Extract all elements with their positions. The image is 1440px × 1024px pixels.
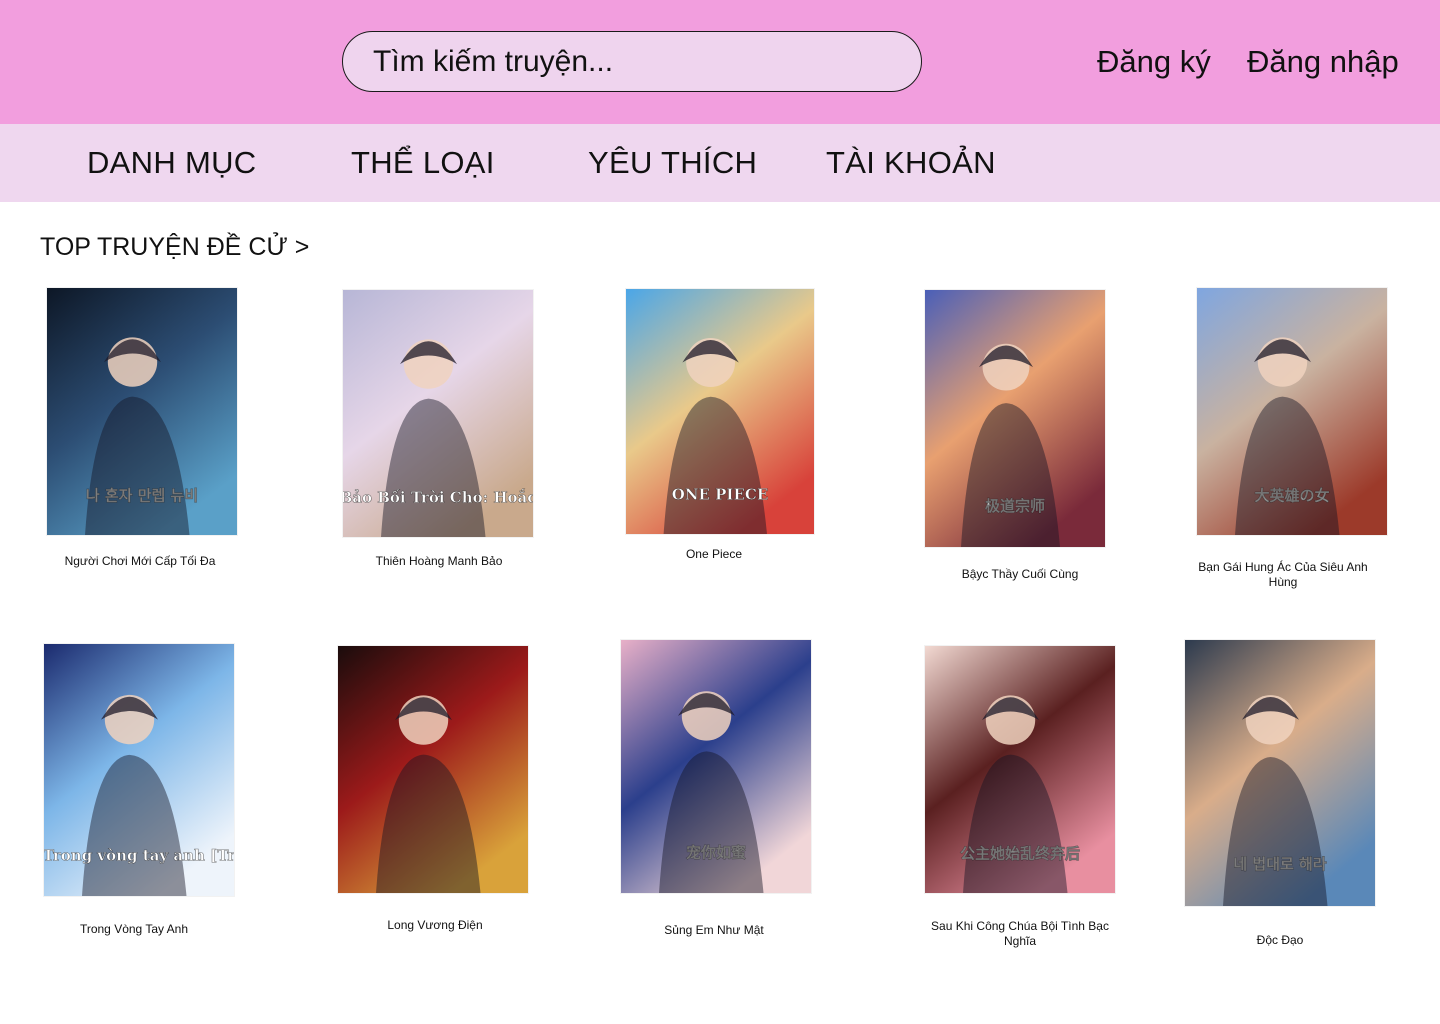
comic-cover-image[interactable]: 大英雄の女 <box>1197 288 1387 535</box>
comic-cover-title-art: 大英雄の女 <box>1254 486 1329 504</box>
comic-title[interactable]: Sủng Em Như Mật <box>614 923 814 938</box>
comic-cover-image[interactable]: 公主她始乱终弃后 <box>925 646 1115 893</box>
comic-title[interactable]: Trong Vòng Tay Anh <box>34 922 234 937</box>
comic-cover-title-art: Bảo Bối Trời Cho: Hoắc <box>343 488 533 506</box>
comic-title[interactable]: Long Vương Điện <box>335 918 535 933</box>
top-bar: Đăng ký Đăng nhập <box>0 0 1440 124</box>
nav-item-account[interactable]: TÀI KHOẢN <box>826 145 996 181</box>
comic-title[interactable]: Bạn Gái Hung Ác Của Siêu Anh Hùng <box>1183 560 1383 590</box>
comic-cover-image[interactable]: 네 법대로 해라 <box>1185 640 1375 906</box>
comic-cover-image[interactable]: 나 혼자 만렙 뉴비 <box>47 288 237 535</box>
comic-cover-title-art: Trong vòng tay anh [Tr <box>44 847 234 865</box>
comic-title[interactable]: Thiên Hoàng Manh Bảo <box>339 554 539 569</box>
nav-item-favorites[interactable]: YÊU THÍCH <box>588 145 757 181</box>
comic-title[interactable]: Người Chơi Mới Cấp Tối Đa <box>40 554 240 569</box>
nav-item-categories[interactable]: DANH MỤC <box>87 145 256 181</box>
comic-cover-image[interactable] <box>338 646 528 893</box>
comic-cover-image[interactable]: Trong vòng tay anh [Tr <box>44 644 234 896</box>
comic-cover-image[interactable]: 极道宗师 <box>925 290 1105 547</box>
comic-title[interactable]: Sau Khi Công Chúa Bội Tình Bạc Nghĩa <box>920 919 1120 949</box>
comic-cover-title-art: 极道宗师 <box>985 497 1045 515</box>
section-title-top-recommended[interactable]: TOP TRUYỆN ĐỀ CỬ > <box>40 233 309 262</box>
main-nav: DANH MỤC THỂ LOẠI YÊU THÍCH TÀI KHOẢN <box>0 124 1440 202</box>
comic-title[interactable]: Độc Đạo <box>1180 933 1380 948</box>
search-box[interactable] <box>342 31 922 92</box>
search-input[interactable] <box>371 40 895 84</box>
nav-item-genres[interactable]: THỂ LOẠI <box>351 145 495 181</box>
register-link[interactable]: Đăng ký <box>1097 44 1211 80</box>
login-link[interactable]: Đăng nhập <box>1247 44 1399 80</box>
comic-cover-title-art: 나 혼자 만렙 뉴비 <box>86 486 198 504</box>
comic-cover-image[interactable]: Bảo Bối Trời Cho: Hoắc <box>343 290 533 537</box>
comic-cover-title-art: 宠你如蜜 <box>686 844 746 862</box>
comic-cover-title-art: 公主她始乱终弃后 <box>960 844 1080 862</box>
comic-cover-title-art: 네 법대로 해라 <box>1233 855 1326 873</box>
comic-title[interactable]: One Piece <box>614 547 814 562</box>
comic-title[interactable]: Bậyc Thầy Cuối Cùng <box>920 567 1120 582</box>
comic-cover-image[interactable]: ONE PIECE <box>626 289 814 534</box>
comic-cover-title-art: ONE PIECE <box>672 486 769 504</box>
comic-cover-image[interactable]: 宠你如蜜 <box>621 640 811 893</box>
